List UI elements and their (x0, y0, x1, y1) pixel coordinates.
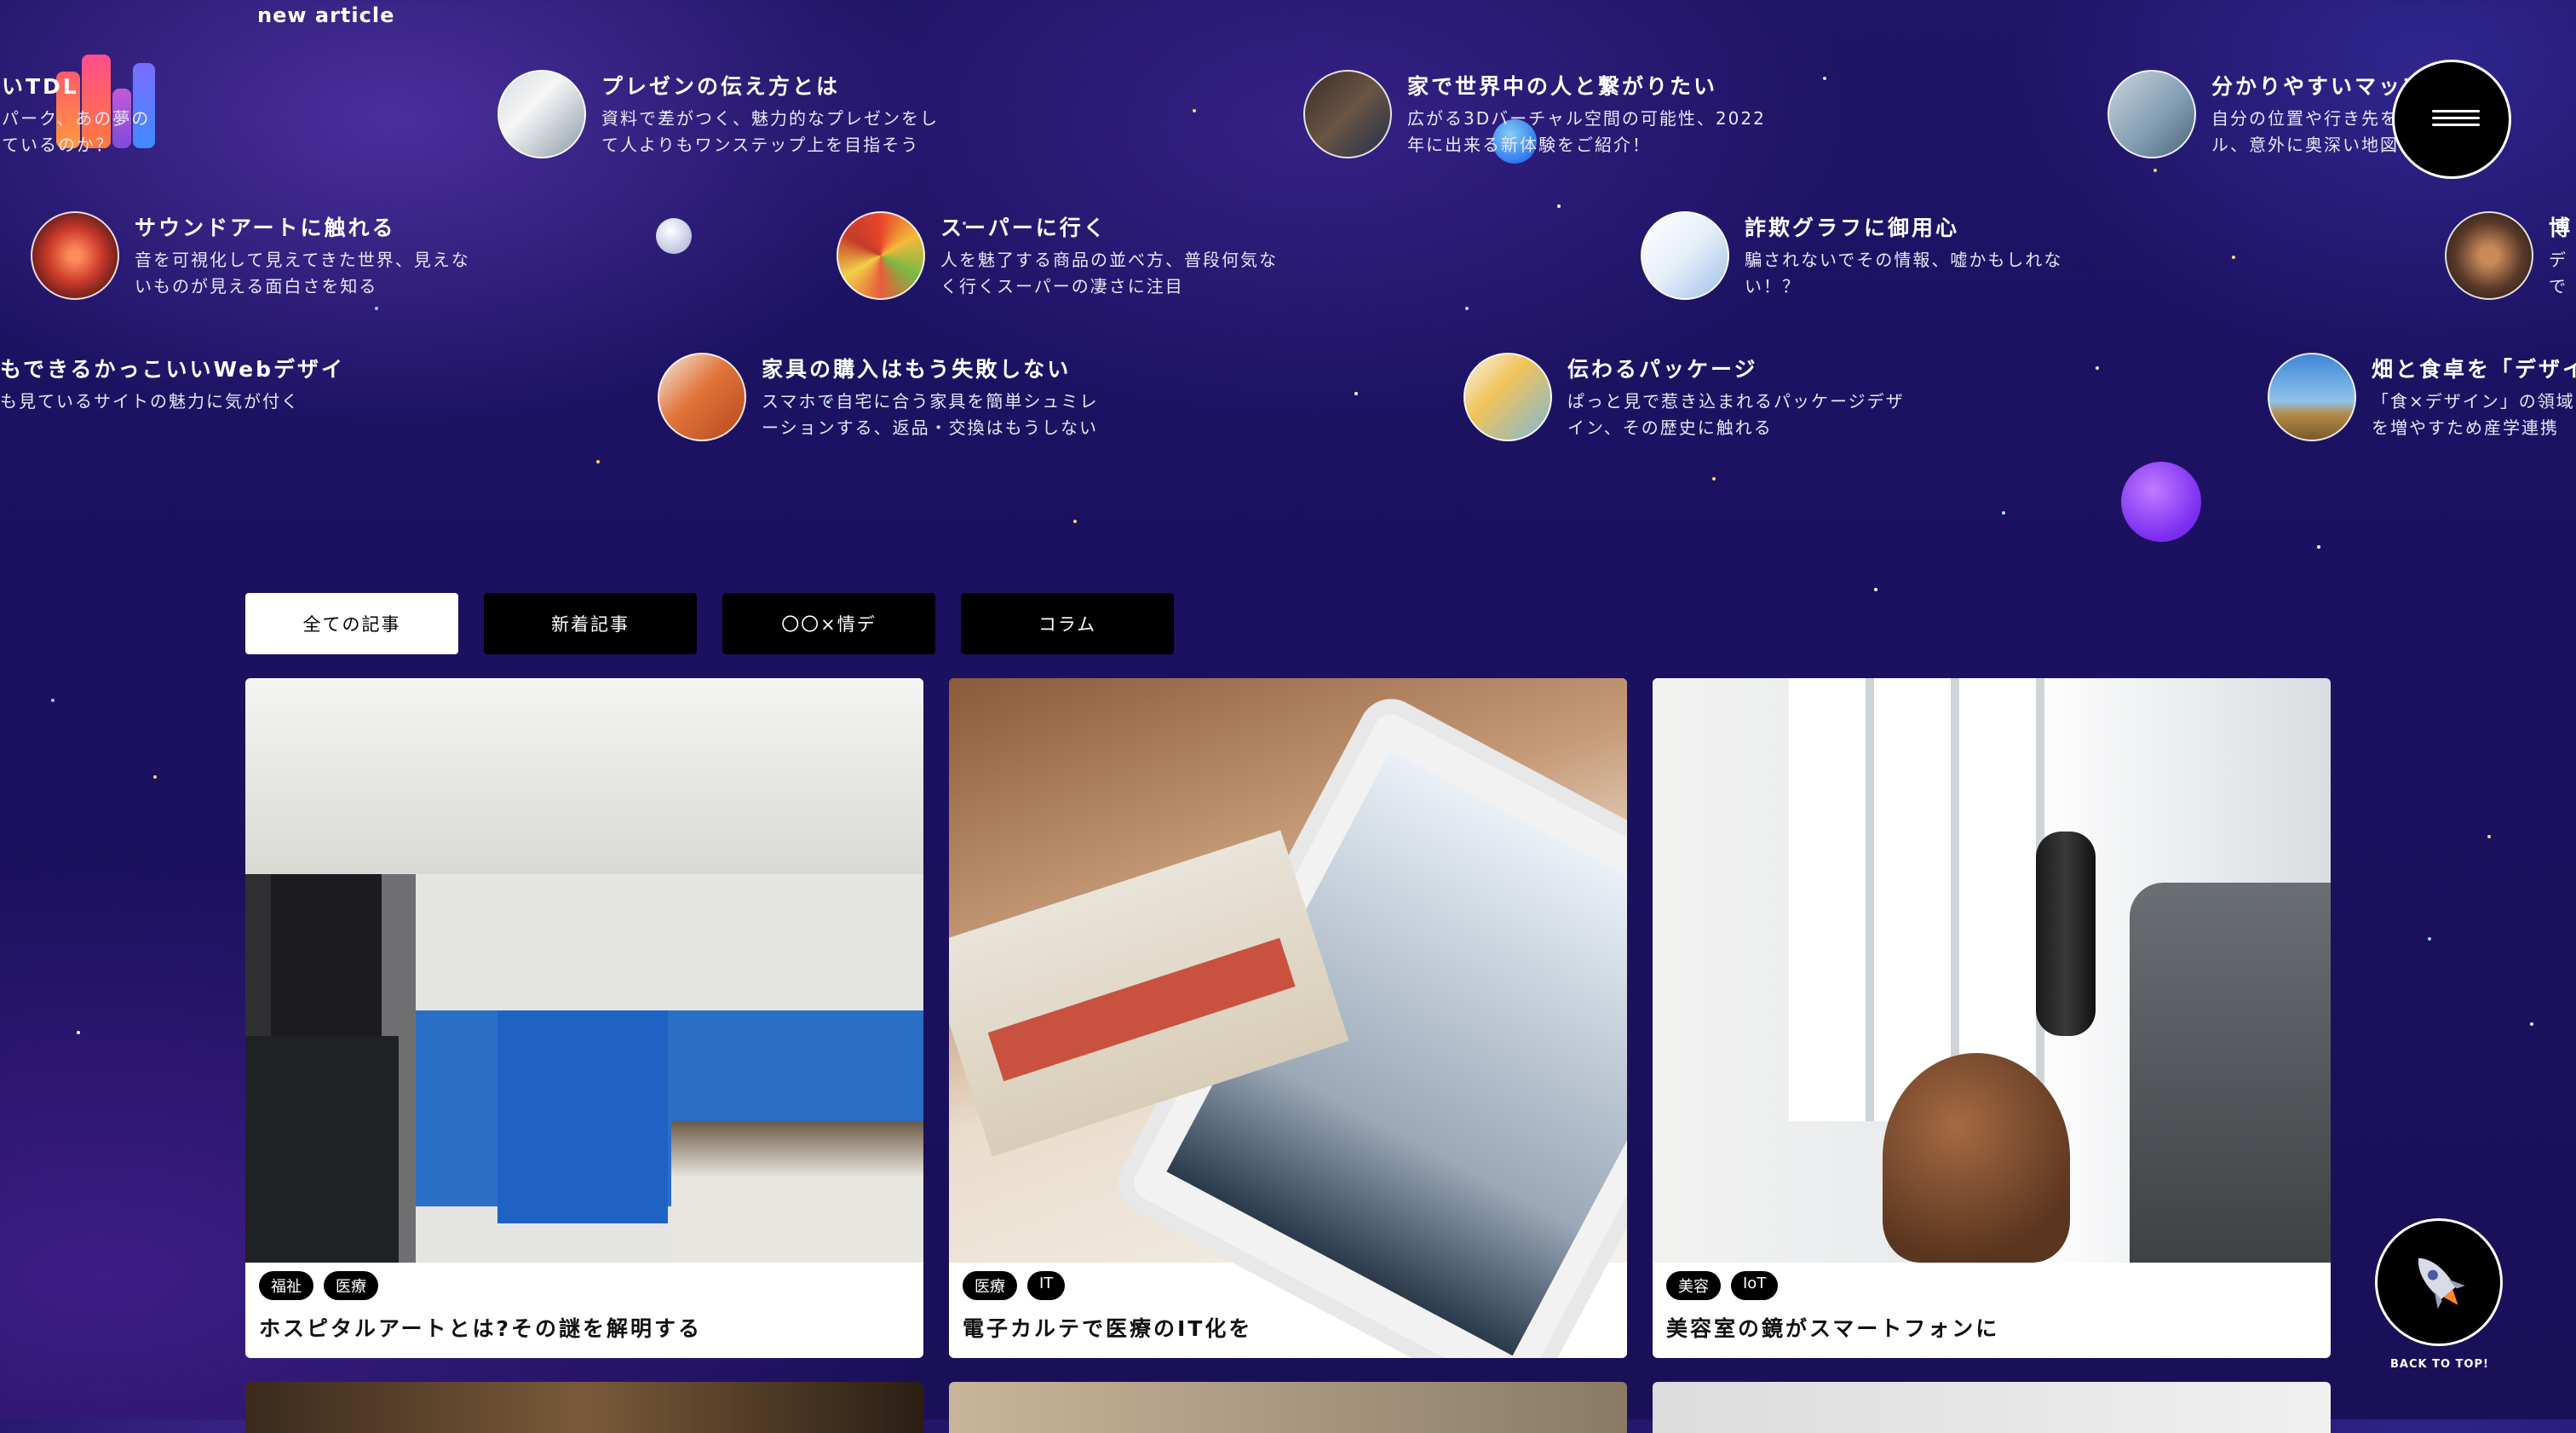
card-image (949, 678, 1627, 1358)
article-description: デ で (2549, 250, 2567, 296)
article-title: 博 (2549, 216, 2573, 240)
article-title: 家で世界中の人と繋がりたい (1407, 74, 1718, 99)
hair-dryer (2036, 832, 2096, 1036)
article-title: 詐欺グラフに御用心 (1745, 216, 1960, 240)
article-item[interactable]: スーパーに行く 人を魅了する商品の並べ方、普段何気な く行くスーパーの凄さに注目 (837, 211, 1307, 300)
article-description: スマホで自宅に合う家具を簡単シュミレ ーションする、返品・交換はもうしない (762, 391, 1099, 438)
article-item[interactable]: 博 デ で (2445, 211, 2576, 300)
article-card-peek[interactable] (949, 1382, 1627, 1433)
article-title: もできるかっこいいWebデザイ (0, 357, 346, 382)
back-to-top-label: BACK TO TOP! (2390, 1358, 2489, 1371)
article-card[interactable]: 医療 IT 電子カルテで医療のIT化を (949, 678, 1627, 1358)
newspaper-band (987, 937, 1296, 1082)
article-title: 家具の購入はもう失敗しない (762, 357, 1072, 382)
article-thumbnail (2445, 211, 2533, 300)
article-description: も見ているサイトの魅力に気が付く (0, 391, 300, 411)
elevator-door (245, 1036, 399, 1263)
article-thumbnail (2268, 353, 2356, 441)
tab-x-jode[interactable]: 〇〇×情デ (722, 593, 935, 654)
tab-new-articles[interactable]: 新着記事 (484, 593, 697, 654)
article-thumbnail (1641, 211, 1729, 300)
ceiling (245, 678, 923, 874)
tag[interactable]: 美容 (1666, 1271, 1721, 1300)
card-tags: 福祉 医療 (259, 1271, 378, 1300)
article-item[interactable]: 家で世界中の人と繋がりたい 広がる3Dバーチャル空間の可能性、2022 年に出来… (1303, 70, 1774, 158)
back-to-top-button[interactable] (2375, 1218, 2503, 1346)
article-card-peek[interactable] (245, 1382, 923, 1433)
tag[interactable]: 福祉 (259, 1271, 313, 1300)
article-title: いTDL (2, 74, 79, 99)
article-title: スーパーに行く (940, 216, 1107, 240)
reception-desk (671, 1121, 923, 1263)
article-title: 畑と食卓を「デザイ (2372, 357, 2576, 382)
article-item[interactable]: いTDL パーク、あの夢の ているのか？ (0, 70, 368, 158)
article-item[interactable]: 家具の購入はもう失敗しない スマホで自宅に合う家具を簡単シュミレ ーションする、… (658, 353, 1128, 441)
rocket-icon (2418, 1257, 2465, 1309)
tag[interactable]: 医療 (963, 1271, 1017, 1300)
section-heading: new article (257, 3, 395, 27)
article-description: 人を魅了する商品の並べ方、普段何気な く行くスーパーの凄さに注目 (940, 250, 1278, 296)
card-title[interactable]: 電子カルテで医療のIT化を (963, 1312, 1252, 1343)
stylist-arm (2130, 883, 2331, 1263)
window-frame (1789, 678, 2044, 1121)
blue-wall (497, 1010, 668, 1223)
card-image (245, 678, 923, 1263)
article-description: 「食×デザイン」の領域 を増やすため産学連携 (2372, 391, 2575, 438)
card-title[interactable]: ホスピタルアートとは?その謎を解明する (259, 1312, 702, 1343)
menu-line (2432, 117, 2480, 119)
card-title[interactable]: 美容室の鏡がスマートフォンに (1666, 1312, 1999, 1343)
menu-line (2432, 110, 2480, 112)
article-item[interactable]: 伝わるパッケージ ぱっと見で惹き込まれるパッケージデザ イン、その歴史に触れる (1463, 353, 1934, 441)
article-thumbnail (31, 211, 119, 300)
article-card-peek[interactable] (1653, 1382, 2331, 1433)
article-description: 騙されないでその情報、嘘かもしれな い！？ (1745, 250, 2063, 296)
article-title: 伝わるパッケージ (1567, 357, 1758, 382)
menu-button[interactable] (2392, 60, 2511, 179)
article-item[interactable]: もできるかっこいいWebデザイ も見ているサイトの魅力に気が付く (0, 353, 366, 415)
card-tags: 医療 IT (963, 1271, 1066, 1300)
tab-column[interactable]: コラム (961, 593, 1174, 654)
white-orb (656, 218, 692, 254)
article-thumbnail (658, 353, 746, 441)
menu-line (2432, 124, 2480, 126)
article-description: 資料で差がつく、魅力的なプレゼンをし て人よりもワンステップ上を目指そう (601, 108, 939, 155)
tab-all-articles[interactable]: 全ての記事 (245, 593, 458, 654)
article-thumbnail (1303, 70, 1392, 158)
purple-orb (2121, 462, 2201, 542)
filter-tabs: 全ての記事 新着記事 〇〇×情デ コラム (245, 593, 1174, 654)
tag[interactable]: IoT (1731, 1271, 1779, 1300)
tag[interactable]: 医療 (324, 1271, 378, 1300)
article-title: プレゼンの伝え方とは (601, 74, 841, 99)
article-card[interactable]: 福祉 医療 ホスピタルアートとは?その謎を解明する (245, 678, 923, 1358)
article-description: ぱっと見で惹き込まれるパッケージデザ イン、その歴史に触れる (1567, 391, 1905, 438)
article-thumbnail (2107, 70, 2196, 158)
article-thumbnail (837, 211, 925, 300)
person-head (1883, 1053, 2070, 1263)
article-description: パーク、あの夢の ているのか？ (2, 108, 151, 155)
article-item[interactable]: プレゼンの伝え方とは 資料で差がつく、魅力的なプレゼンをし て人よりもワンステッ… (497, 70, 968, 158)
article-item[interactable]: 畑と食卓を「デザイ 「食×デザイン」の領域 を増やすため産学連携 (2268, 353, 2576, 441)
card-tags: 美容 IoT (1666, 1271, 1779, 1300)
article-description: 音を可視化して見えてきた世界、見えな いものが見える面白さを知る (135, 250, 470, 296)
card-image (1653, 678, 2331, 1263)
article-card[interactable]: 美容 IoT 美容室の鏡がスマートフォンに (1653, 678, 2331, 1358)
article-thumbnail (1463, 353, 1552, 441)
tag[interactable]: IT (1027, 1271, 1066, 1300)
article-item[interactable]: サウンドアートに触れる 音を可視化して見えてきた世界、見えな いものが見える面白… (31, 211, 501, 300)
article-thumbnail (497, 70, 586, 158)
article-description: 広がる3Dバーチャル空間の可能性、2022 年に出来る新体験をご紹介！ (1407, 108, 1766, 155)
article-title: サウンドアートに触れる (135, 216, 396, 240)
article-item[interactable]: 詐欺グラフに御用心 騙されないでその情報、嘘かもしれな い！？ (1641, 211, 2111, 300)
